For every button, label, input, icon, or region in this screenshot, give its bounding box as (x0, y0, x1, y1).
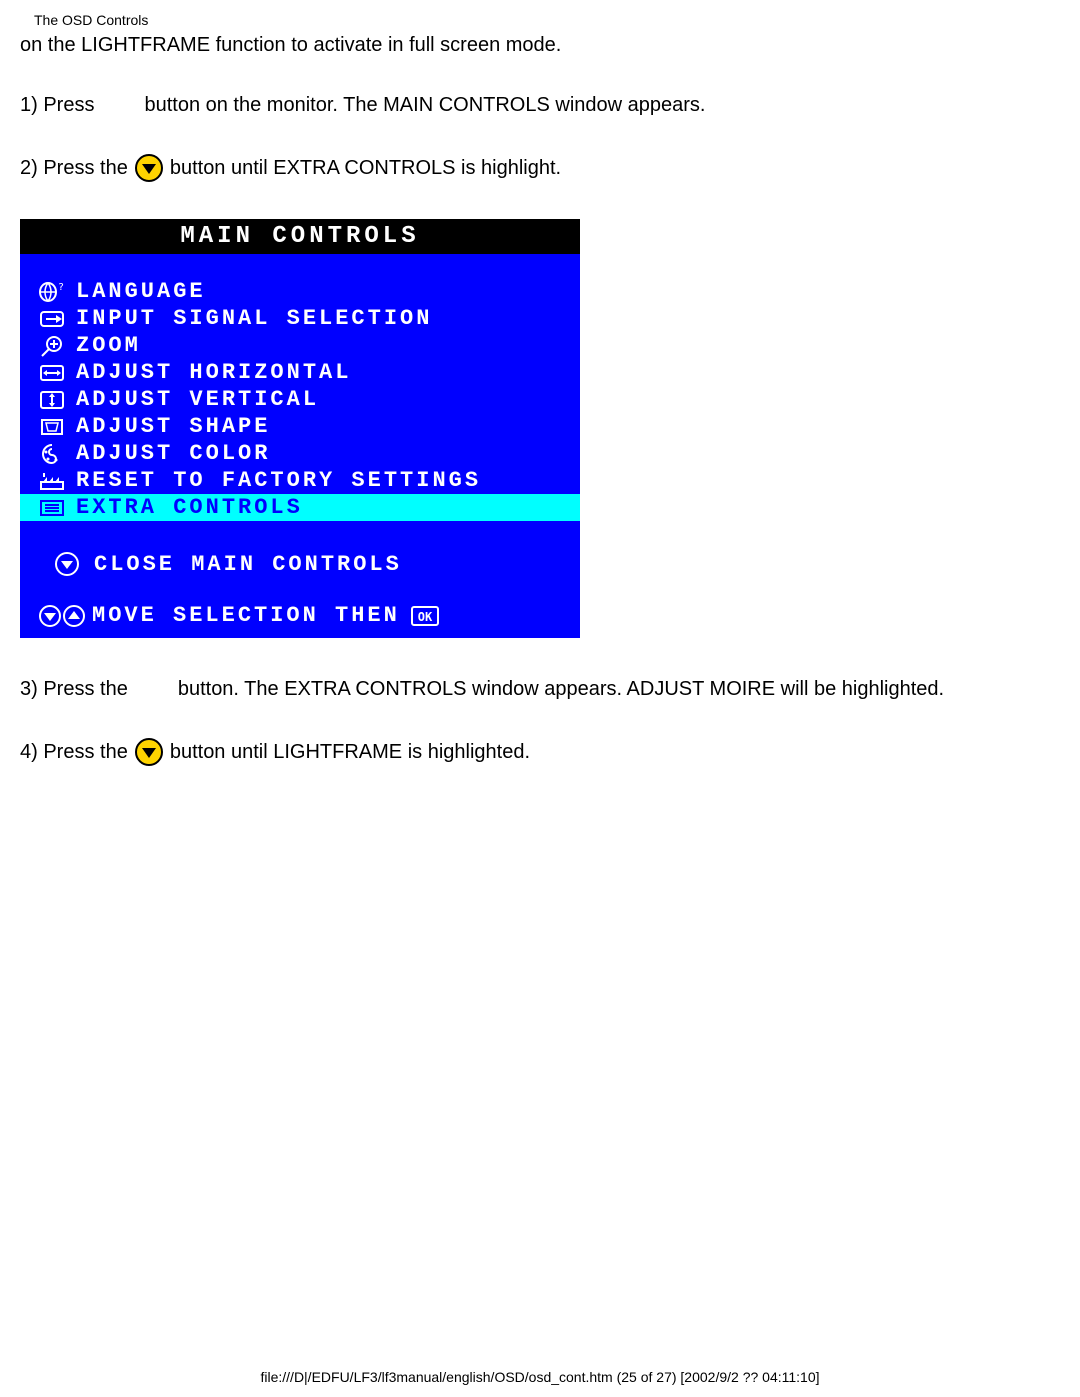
down-button-icon (134, 737, 164, 767)
osd-item-adjust-vertical[interactable]: ADJUST VERTICAL (20, 386, 580, 413)
svg-text:OK: OK (418, 610, 433, 624)
step-1-suffix: button on the monitor. The MAIN CONTROLS… (144, 94, 705, 117)
osd-item-extra-controls[interactable]: EXTRA CONTROLS (20, 494, 580, 521)
step-1: 1) Press button on the monitor. The MAIN… (20, 94, 1060, 117)
osd-close-row[interactable]: CLOSE MAIN CONTROLS (20, 549, 580, 579)
page: The OSD Controls on the LIGHTFRAME funct… (0, 0, 1080, 1397)
ok-icon: OK (410, 605, 440, 627)
intro-text: on the LIGHTFRAME function to activate i… (20, 32, 1060, 58)
osd-item-label: ADJUST SHAPE (76, 414, 270, 439)
page-footer: file:///D|/EDFU/LF3/lf3manual/english/OS… (0, 1369, 1080, 1385)
extra-controls-icon (38, 496, 76, 520)
step-2-suffix: button until EXTRA CONTROLS is highlight… (170, 157, 561, 180)
osd-item-label: ADJUST HORIZONTAL (76, 360, 351, 385)
down-button-icon (134, 153, 164, 183)
osd-item-language[interactable]: ? LANGUAGE (20, 278, 580, 305)
osd-item-adjust-horizontal[interactable]: ADJUST HORIZONTAL (20, 359, 580, 386)
zoom-icon (38, 334, 76, 358)
step-1-prefix: 1) Press (20, 94, 94, 117)
osd-item-input-signal[interactable]: INPUT SIGNAL SELECTION (20, 305, 580, 332)
step-4-suffix: button until LIGHTFRAME is highlighted. (170, 741, 530, 764)
osd-close-label: CLOSE MAIN CONTROLS (94, 552, 402, 577)
osd-footer: MOVE SELECTION THEN OK (20, 579, 580, 632)
page-header-title: The OSD Controls (20, 12, 1060, 28)
osd-item-label: LANGUAGE (76, 279, 206, 304)
osd-body: ? LANGUAGE INPUT SIGNAL SELECTION (20, 254, 580, 638)
close-down-icon (54, 551, 94, 577)
step-3-prefix: 3) Press the (20, 678, 128, 701)
adjust-color-icon (38, 442, 76, 466)
osd-panel: MAIN CONTROLS ? LANGUAGE (20, 219, 580, 638)
step-4-prefix: 4) Press the (20, 741, 128, 764)
osd-title: MAIN CONTROLS (20, 221, 580, 254)
osd-item-adjust-shape[interactable]: ADJUST SHAPE (20, 413, 580, 440)
step-3-suffix: button. The EXTRA CONTROLS window appear… (178, 678, 944, 701)
adjust-shape-icon (38, 415, 76, 439)
osd-item-label: INPUT SIGNAL SELECTION (76, 306, 432, 331)
osd-item-reset-factory[interactable]: RESET TO FACTORY SETTINGS (20, 467, 580, 494)
osd-item-adjust-color[interactable]: ADJUST COLOR (20, 440, 580, 467)
step-4: 4) Press the button until LIGHTFRAME is … (20, 737, 1060, 767)
osd-item-label: ADJUST VERTICAL (76, 387, 319, 412)
adjust-vertical-icon (38, 388, 76, 412)
osd-item-label: ZOOM (76, 333, 141, 358)
factory-icon (38, 469, 76, 493)
osd-spacer (20, 521, 580, 549)
osd-item-label: RESET TO FACTORY SETTINGS (76, 468, 481, 493)
osd-item-zoom[interactable]: ZOOM (20, 332, 580, 359)
adjust-horizontal-icon (38, 361, 76, 385)
language-icon: ? (38, 280, 76, 304)
step-2: 2) Press the button until EXTRA CONTROLS… (20, 153, 1060, 183)
input-signal-icon (38, 307, 76, 331)
move-selection-icons (38, 604, 92, 628)
step-2-prefix: 2) Press the (20, 157, 128, 180)
step-3: 3) Press the button. The EXTRA CONTROLS … (20, 678, 1060, 701)
osd-footer-label: MOVE SELECTION THEN (92, 603, 400, 628)
osd-item-label: EXTRA CONTROLS (76, 495, 303, 520)
svg-text:?: ? (58, 282, 64, 293)
osd-item-label: ADJUST COLOR (76, 441, 270, 466)
